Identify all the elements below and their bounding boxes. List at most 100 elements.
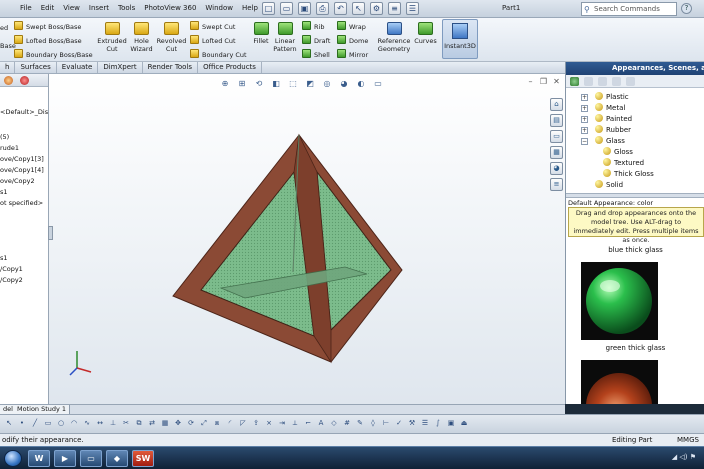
collapse-icon[interactable]: − bbox=[581, 138, 588, 145]
tree-node-gloss[interactable]: Gloss bbox=[581, 147, 704, 158]
appearances-scenes-icon[interactable]: ◕ bbox=[550, 162, 563, 175]
tree-node-metal[interactable]: + Metal bbox=[581, 103, 704, 114]
mirror-entities-icon[interactable]: ⇄ bbox=[147, 418, 157, 429]
rotate-icon[interactable]: ⟳ bbox=[186, 418, 196, 429]
jog-icon[interactable]: ⌐ bbox=[303, 418, 313, 429]
tree-item-sensors[interactable]: s1 bbox=[0, 187, 48, 198]
lofted-cut-button[interactable]: Lofted Cut bbox=[190, 35, 236, 45]
start-button[interactable] bbox=[4, 450, 22, 467]
point-icon[interactable]: • bbox=[17, 418, 27, 429]
trim-icon[interactable]: ✂ bbox=[121, 418, 131, 429]
line-icon[interactable]: ╱ bbox=[30, 418, 40, 429]
refresh-icon[interactable] bbox=[626, 77, 635, 86]
tab-evaluate[interactable]: Evaluate bbox=[57, 62, 99, 73]
graphics-area[interactable]: ⊕ ⊞ ⟲ ◧ ⬚ ◩ ◎ ◕ ◐ ▭ – ❐ ✕ bbox=[49, 74, 565, 404]
fillet-sketch-icon[interactable]: ◜ bbox=[225, 418, 235, 429]
convert-icon[interactable]: ⇪ bbox=[251, 418, 261, 429]
tab-office-products[interactable]: Office Products bbox=[198, 62, 262, 73]
offset-icon[interactable]: ⧉ bbox=[134, 418, 144, 429]
tree-node-plastic[interactable]: + Plastic bbox=[581, 92, 704, 103]
expand-icon[interactable]: + bbox=[581, 105, 588, 112]
tab-dimxpert[interactable]: DimXpert bbox=[98, 62, 143, 73]
pane-splitter-handle[interactable] bbox=[48, 226, 53, 240]
tree-item-sketch[interactable]: s1 bbox=[0, 253, 48, 264]
taskbar-app-icon[interactable]: ◆ bbox=[106, 450, 128, 467]
block-icon[interactable]: ▣ bbox=[446, 418, 456, 429]
fillet-button[interactable]: Fillet bbox=[251, 22, 271, 45]
flag-icon[interactable]: ⚑ bbox=[690, 453, 696, 461]
scale-icon[interactable]: ⤢ bbox=[199, 418, 209, 429]
spline-icon[interactable]: ∿ bbox=[82, 418, 92, 429]
plane-icon[interactable]: ◇ bbox=[329, 418, 339, 429]
undo-icon[interactable]: ↶ bbox=[334, 2, 347, 15]
swatch-red-glass[interactable] bbox=[581, 360, 658, 404]
appearances-folder-icon[interactable] bbox=[570, 77, 579, 86]
tree-node-rubber[interactable]: + Rubber bbox=[581, 125, 704, 136]
menu-file[interactable]: File bbox=[20, 4, 32, 12]
network-icon[interactable]: ◢ bbox=[672, 453, 677, 461]
smart-dimension-icon[interactable]: ◊ bbox=[368, 418, 378, 429]
help-icon[interactable]: ? bbox=[681, 3, 692, 14]
curves-button[interactable]: Curves bbox=[412, 22, 439, 45]
tree-node-painted[interactable]: + Painted bbox=[581, 114, 704, 125]
extruded-cut-button[interactable]: Extruded Cut bbox=[96, 22, 128, 53]
status-units[interactable]: MMGS bbox=[677, 436, 699, 444]
tree-item-display-state[interactable]: <Default>_Disp bbox=[0, 107, 48, 118]
copy-icon[interactable]: ⧈ bbox=[212, 418, 222, 429]
circle-icon[interactable]: ○ bbox=[56, 418, 66, 429]
appearance-tab-icon[interactable] bbox=[20, 76, 29, 85]
boundary-boss-base-button[interactable]: Boundary Boss/Base bbox=[14, 49, 93, 59]
layer-icon[interactable]: ☰ bbox=[420, 418, 430, 429]
arc-icon[interactable]: ◠ bbox=[69, 418, 79, 429]
dimension-icon[interactable]: ↔ bbox=[95, 418, 105, 429]
solidworks-resources-icon[interactable]: ⌂ bbox=[550, 98, 563, 111]
split-icon[interactable]: ⟂ bbox=[290, 418, 300, 429]
pattern-icon[interactable]: ▦ bbox=[160, 418, 170, 429]
measure-icon[interactable]: ⊢ bbox=[381, 418, 391, 429]
tree-item-move-copy-3[interactable]: ove/Copy1[3] bbox=[0, 154, 48, 165]
expand-icon[interactable]: + bbox=[581, 116, 588, 123]
file-properties-icon[interactable]: ≡ bbox=[388, 2, 401, 15]
menu-insert[interactable]: Insert bbox=[89, 4, 109, 12]
taskbar-explorer-icon[interactable]: ▭ bbox=[80, 450, 102, 467]
tree-node-textured[interactable]: Textured bbox=[581, 158, 704, 169]
save-icon[interactable]: ▣ bbox=[298, 2, 311, 15]
open-icon[interactable]: ▭ bbox=[280, 2, 293, 15]
select-icon[interactable]: ↖ bbox=[352, 2, 365, 15]
tree-item-copy-2[interactable]: /Copy2 bbox=[0, 275, 48, 286]
tree-item-solid-bodies[interactable]: (5) bbox=[0, 132, 48, 143]
menu-help[interactable]: Help bbox=[242, 4, 258, 12]
tab-motion-study[interactable]: Motion Study 1 bbox=[14, 405, 71, 414]
shell-button[interactable]: Shell bbox=[302, 49, 330, 59]
custom-properties-icon[interactable]: ≡ bbox=[550, 178, 563, 191]
tree-node-thick-gloss[interactable]: Thick Gloss bbox=[581, 169, 704, 180]
tree-node-solid[interactable]: Solid bbox=[581, 180, 704, 191]
exit-sketch-icon[interactable]: ⏏ bbox=[459, 418, 469, 429]
draft-button[interactable]: Draft bbox=[302, 35, 330, 45]
swept-boss-base-button[interactable]: Swept Boss/Base bbox=[14, 21, 81, 31]
tab-sketch[interactable]: h bbox=[0, 62, 16, 73]
volume-icon[interactable]: ◁) bbox=[679, 453, 687, 461]
design-library-icon[interactable]: ▤ bbox=[550, 114, 563, 127]
display-manager-icon[interactable] bbox=[4, 76, 13, 85]
menu-view[interactable]: View bbox=[63, 4, 80, 12]
dome-button[interactable]: Dome bbox=[337, 35, 368, 45]
view-palette-icon[interactable]: ▦ bbox=[550, 146, 563, 159]
curve-icon[interactable]: ∫ bbox=[433, 418, 443, 429]
sketch-icon[interactable]: ✎ bbox=[355, 418, 365, 429]
extend-icon[interactable]: ⇥ bbox=[277, 418, 287, 429]
repair-icon[interactable]: ⚒ bbox=[407, 418, 417, 429]
intersection-icon[interactable]: ⨯ bbox=[264, 418, 274, 429]
boundary-cut-button[interactable]: Boundary Cut bbox=[190, 49, 247, 59]
up-icon[interactable] bbox=[612, 77, 621, 86]
menu-tools[interactable]: Tools bbox=[118, 4, 135, 12]
task-pane-divider[interactable] bbox=[566, 193, 704, 198]
revolved-cut-button[interactable]: Revolved Cut bbox=[156, 22, 187, 53]
taskbar-word-icon[interactable]: W bbox=[28, 450, 50, 467]
tab-render-tools[interactable]: Render Tools bbox=[143, 62, 199, 73]
menu-edit[interactable]: Edit bbox=[41, 4, 55, 12]
grid-icon[interactable]: # bbox=[342, 418, 352, 429]
options-icon[interactable]: ☰ bbox=[406, 2, 419, 15]
new-document-icon[interactable]: □ bbox=[262, 2, 275, 15]
relation-icon[interactable]: ⊥ bbox=[108, 418, 118, 429]
